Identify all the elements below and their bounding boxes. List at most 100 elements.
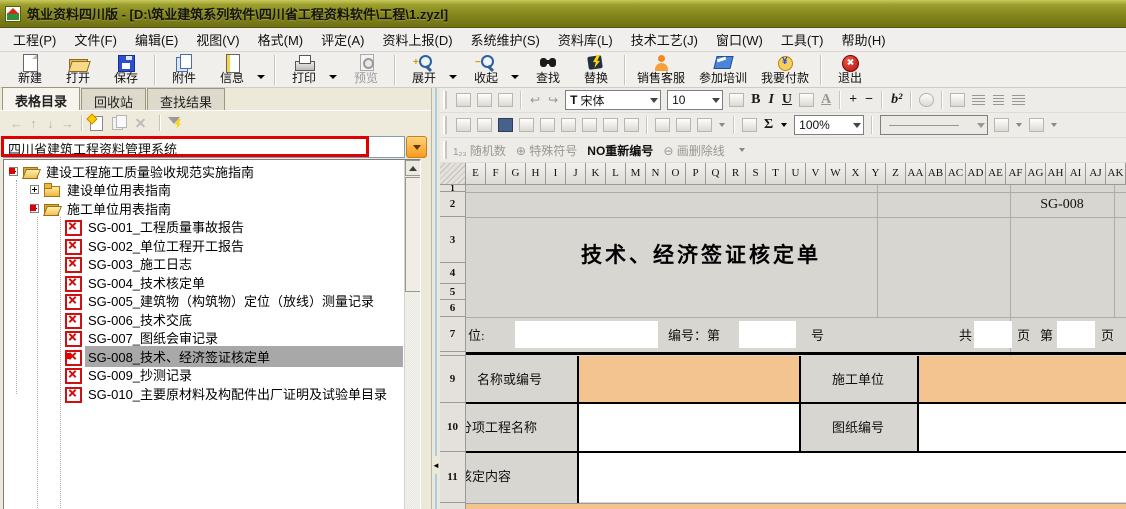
find-button[interactable]: 查找 [524,53,572,87]
fill-color-icon[interactable] [799,93,814,107]
decrease-button[interactable]: − [865,93,873,107]
tree-item[interactable]: SG-006_技术交底 [4,310,420,329]
tree-item[interactable]: SG-004_技术核定单 [4,273,420,292]
row-header[interactable]: 5 [440,284,465,300]
expand-dropdown-arrow[interactable] [449,75,457,79]
row-header[interactable]: 2 [440,192,465,217]
row-header[interactable]: 11 [440,452,465,503]
column-header[interactable]: T [766,163,786,185]
column-header[interactable]: AK [1106,163,1126,185]
collapse-panel-icon[interactable]: ◄ [432,456,440,474]
sum-dropdown-arrow[interactable] [781,123,787,127]
column-header[interactable]: W [826,163,846,185]
filter-icon[interactable] [166,115,184,131]
r9-right-label-cell[interactable]: 施工单位 [799,356,917,403]
number-input-cell[interactable] [739,321,796,348]
tree-item[interactable]: SG-003_施工日志 [4,255,420,274]
column-header[interactable]: O [666,163,686,185]
collapse-button[interactable]: −收起 [462,53,510,87]
column-header[interactable]: S [746,163,766,185]
attachment-button[interactable]: 附件 [160,53,208,87]
expand-toggle-icon[interactable] [30,204,39,213]
new-sheet-icon[interactable] [88,115,106,131]
eraser-icon[interactable] [729,93,744,107]
menu-item[interactable]: 工程(P) [4,28,65,51]
move-left-icon[interactable]: ← [8,116,25,131]
toolbar-grip[interactable] [443,91,447,109]
join-training-button[interactable]: 参加培训 [692,53,754,87]
pay-button[interactable]: 我要付款 [754,53,816,87]
column-header[interactable]: Z [886,163,906,185]
menu-item[interactable]: 工具(T) [772,28,833,51]
menu-item[interactable]: 帮助(H) [832,28,894,51]
row-header[interactable]: 1 [440,185,465,192]
page-number-input-cell[interactable] [1057,321,1095,348]
tree-item[interactable]: SG-002_单位工程开工报告 [4,236,420,255]
column-header[interactable]: AD [966,163,986,185]
column-header[interactable]: AC [946,163,966,185]
menu-item[interactable]: 技术工艺(J) [622,28,707,51]
menu-item[interactable]: 系统维护(S) [462,28,549,51]
row-header[interactable]: 4 [440,263,465,284]
expand-toggle-icon[interactable] [30,185,39,194]
column-header[interactable]: Y [866,163,886,185]
font-size-select[interactable]: 10 [667,90,723,110]
zoom-select[interactable]: 100% [794,115,864,135]
column-header[interactable]: P [686,163,706,185]
row-header-partial[interactable] [440,503,465,509]
tree-item[interactable]: SG-010_主要原材料及构配件出厂证明及试验单目录 [4,384,420,403]
sales-service-button[interactable]: 销售客服 [630,53,692,87]
column-header[interactable]: M [626,163,646,185]
column-header[interactable]: AE [986,163,1006,185]
panel-splitter[interactable]: ◄ [432,88,440,509]
column-header[interactable]: AI [1066,163,1086,185]
expand-button[interactable]: +展开 [400,53,448,87]
bold-button[interactable]: B [751,93,760,107]
move-right-icon[interactable]: → [59,116,76,131]
menu-item[interactable]: 资料库(L) [549,28,622,51]
r10-right-label-cell[interactable]: 图纸编号 [799,403,917,452]
font-name-select[interactable]: T 宋体 [565,90,661,110]
save-button[interactable]: 保存 [102,53,150,87]
r9-value-cell-right[interactable] [917,356,1126,403]
column-header[interactable]: R [726,163,746,185]
column-header[interactable]: F [486,163,506,185]
row-header[interactable]: 3 [440,217,465,263]
row-header[interactable]: 7 [440,317,465,352]
info-dropdown-arrow[interactable] [257,75,265,79]
r11-left-label-cell[interactable]: 核定内容 [466,452,576,502]
row-header[interactable]: 6 [440,300,465,317]
expand-toggle-icon[interactable] [9,167,18,176]
exit-button[interactable]: 退出 [826,53,874,87]
menu-item[interactable]: 格式(M) [249,28,313,51]
column-header[interactable]: U [786,163,806,185]
open-button[interactable]: 打开 [54,53,102,87]
row-header[interactable]: 9 [440,356,465,403]
column-header[interactable]: AF [1006,163,1026,185]
sum-button[interactable]: Σ [764,118,773,132]
toolbar-grip[interactable] [443,116,447,134]
move-up-icon[interactable]: ↑ [25,116,42,131]
new-button[interactable]: 新建 [6,53,54,87]
r10-left-label-cell[interactable]: 分项工程名称 [466,403,576,452]
column-header[interactable]: AB [926,163,946,185]
menu-item[interactable]: 编辑(E) [126,28,187,51]
column-header[interactable]: H [526,163,546,185]
unit-input-cell[interactable] [515,321,658,348]
toolbar-grip[interactable] [443,141,447,159]
column-header[interactable]: X [846,163,866,185]
form-code-cell[interactable]: SG-008 [1010,192,1114,217]
delete-icon[interactable] [132,115,150,131]
tree-item[interactable]: SG-007_图纸会审记录 [4,329,420,348]
column-header[interactable]: G [506,163,526,185]
panel-tab[interactable]: 回收站 [81,88,146,110]
column-header[interactable]: Q [706,163,726,185]
column-header[interactable]: E [466,163,486,185]
column-header[interactable]: N [646,163,666,185]
menu-item[interactable]: 资料上报(D) [373,28,461,51]
replace-button[interactable]: 替换 [572,53,620,87]
column-header[interactable]: AJ [1086,163,1106,185]
collapse-dropdown-arrow[interactable] [511,75,519,79]
renumber-button[interactable]: 重新编号 [605,144,653,158]
row-header[interactable]: 10 [440,403,465,452]
